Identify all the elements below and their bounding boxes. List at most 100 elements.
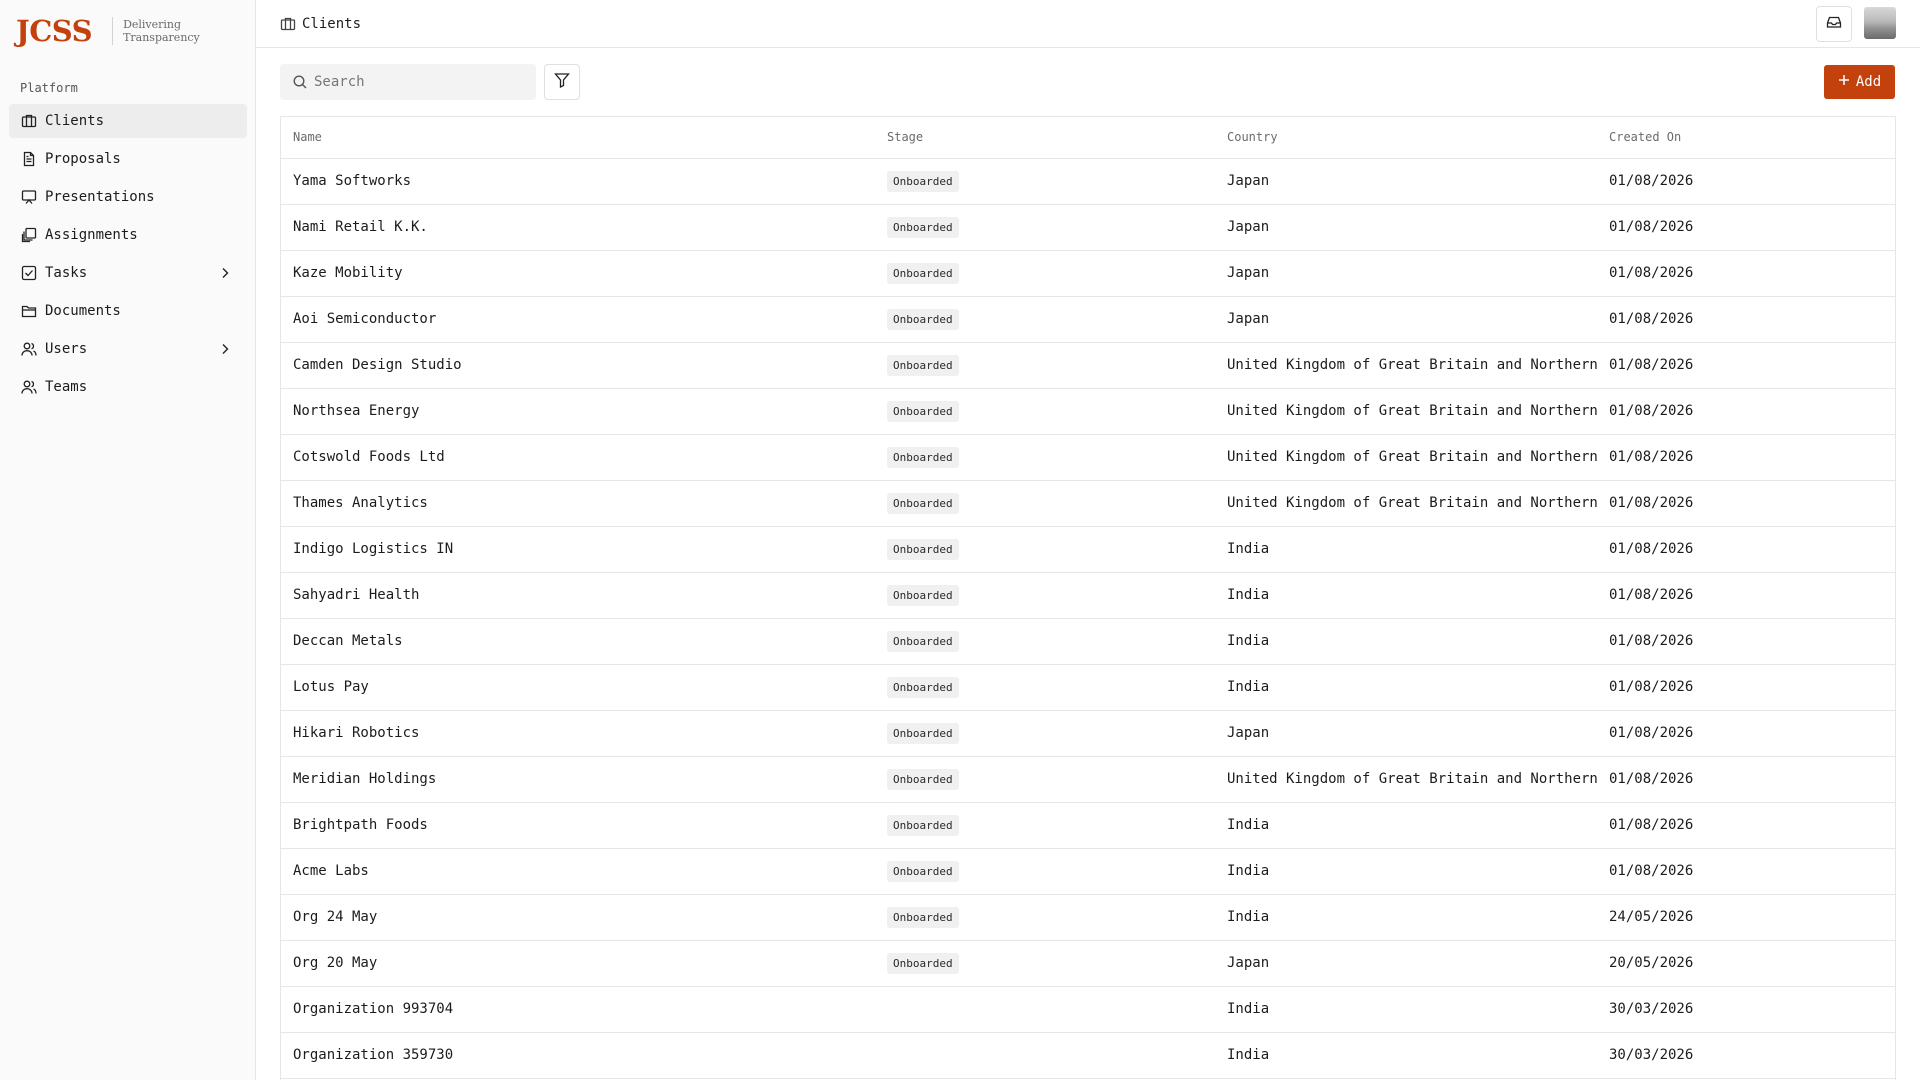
sidebar-item-users[interactable]: Users	[9, 332, 247, 366]
status-badge: Onboarded	[887, 354, 959, 376]
status-badge: Onboarded	[887, 676, 959, 698]
column-header-name[interactable]: Name	[281, 117, 875, 159]
cell-stage	[875, 986, 1215, 1033]
brand-tagline-line1: Delivering	[123, 18, 182, 31]
cell-name: Deccan Metals	[281, 618, 875, 665]
table-row[interactable]: Thames Analytics Onboarded United Kingdom …	[281, 480, 1895, 527]
inbox-button[interactable]	[1816, 6, 1852, 42]
column-header-created-on[interactable]: Created On	[1597, 117, 1895, 159]
search-input[interactable]	[314, 74, 524, 90]
search-box[interactable]	[280, 64, 536, 100]
table-row[interactable]: Cotswold Foods Ltd Onboarded United Kingdo…	[281, 434, 1895, 481]
status-badge: Onboarded	[887, 492, 959, 514]
sidebar-item-label: Users	[45, 341, 88, 357]
stack-icon	[21, 227, 37, 243]
cell-country: India	[1215, 848, 1597, 895]
cell-name: Acme Labs	[281, 848, 875, 895]
sidebar-item-clients[interactable]: Clients	[9, 104, 247, 138]
cell-country: Japan	[1215, 296, 1597, 343]
sidebar-item-documents[interactable]: Documents	[9, 294, 247, 328]
status-badge: Onboarded	[887, 400, 959, 422]
status-badge: Onboarded	[887, 722, 959, 744]
table-row[interactable]: Northsea Energy Onboarded United Kingdom o…	[281, 388, 1895, 435]
avatar[interactable]	[1864, 7, 1896, 39]
cell-country: United Kingdom of Great Britain and Nort…	[1215, 480, 1597, 527]
chevron-right-icon[interactable]	[217, 265, 233, 281]
table-row[interactable]: Aoi Semiconductor Onboarded Japan 01/08/202…	[281, 296, 1895, 343]
table-row[interactable]: Indigo Logistics IN Onboarded India 01/08/2…	[281, 526, 1895, 573]
breadcrumb-current: Clients	[302, 15, 362, 32]
cell-name: Organization 359730	[281, 1032, 875, 1079]
filter-icon	[554, 72, 570, 92]
add-button[interactable]: Add	[1824, 65, 1895, 99]
cell-stage: Onboarded	[875, 480, 1215, 527]
column-header-stage[interactable]: Stage	[875, 117, 1215, 159]
sidebar-item-teams[interactable]: Teams	[9, 370, 247, 404]
sidebar-item-label: Teams	[45, 379, 88, 395]
cell-name: Northsea Energy	[281, 388, 875, 435]
cell-stage: Onboarded	[875, 894, 1215, 941]
table-row[interactable]: Acme Labs Onboarded India 01/08/2026	[281, 848, 1895, 895]
cell-created-on: 01/08/2026	[1597, 848, 1895, 895]
sidebar-item-label: Tasks	[45, 265, 88, 281]
table-row[interactable]: Brightpath Foods Onboarded India 01/08/2026	[281, 802, 1895, 849]
table-row[interactable]: Sahyadri Health Onboarded India 01/08/2026	[281, 572, 1895, 619]
brand[interactable]: JCSS Delivering Transparency	[16, 14, 200, 48]
status-badge: Onboarded	[887, 170, 959, 192]
sidebar-item-label: Proposals	[45, 151, 121, 167]
table-row[interactable]: Meridian Holdings Onboarded United Kingdom…	[281, 756, 1895, 803]
cell-stage: Onboarded	[875, 434, 1215, 481]
table-row[interactable]: Deccan Metals Onboarded India 01/08/2026	[281, 618, 1895, 665]
cell-name: Hikari Robotics	[281, 710, 875, 757]
cell-name: Lotus Pay	[281, 664, 875, 711]
sidebar-item-tasks[interactable]: Tasks	[9, 256, 247, 290]
status-badge: Onboarded	[887, 768, 959, 790]
cell-created-on: 01/08/2026	[1597, 756, 1895, 803]
cell-stage: Onboarded	[875, 342, 1215, 389]
add-button-label: Add	[1855, 74, 1882, 90]
table-row[interactable]: Hikari Robotics Onboarded Japan 01/08/2026	[281, 710, 1895, 757]
brand-logo: JCSS	[16, 14, 93, 48]
cell-stage: Onboarded	[875, 756, 1215, 803]
table-row[interactable]: Camden Design Studio Onboarded United King…	[281, 342, 1895, 389]
table-row[interactable]: Organization 993704 India 30/03/2026	[281, 986, 1895, 1033]
cell-created-on: 01/08/2026	[1597, 618, 1895, 665]
sidebar-nav: Clients Proposals Presentations Assignme…	[9, 104, 247, 408]
sidebar-item-proposals[interactable]: Proposals	[9, 142, 247, 176]
cell-name: Org 20 May	[281, 940, 875, 987]
cell-stage: Onboarded	[875, 618, 1215, 665]
table-row[interactable]: Nami Retail K.K. Onboarded Japan 01/08/2026	[281, 204, 1895, 251]
status-badge: Onboarded	[887, 308, 959, 330]
table-row[interactable]: Org 20 May Onboarded Japan 20/05/2026	[281, 940, 1895, 987]
brand-tagline-line2: Transparency	[123, 31, 200, 44]
cell-created-on: 01/08/2026	[1597, 204, 1895, 251]
team-icon	[21, 379, 37, 395]
table-row[interactable]: Lotus Pay Onboarded India 01/08/2026	[281, 664, 1895, 711]
cell-name: Org 24 May	[281, 894, 875, 941]
search-icon	[292, 74, 308, 90]
table-row[interactable]: Kaze Mobility Onboarded Japan 01/08/2026	[281, 250, 1895, 297]
sidebar-item-assignments[interactable]: Assignments	[9, 218, 247, 252]
cell-name: Nami Retail K.K.	[281, 204, 875, 251]
filter-button[interactable]	[544, 64, 580, 100]
cell-name: Camden Design Studio	[281, 342, 875, 389]
cell-created-on: 30/03/2026	[1597, 1032, 1895, 1079]
building-icon	[280, 16, 296, 32]
table-row[interactable]: Yama Softworks Onboarded Japan 01/08/2026	[281, 158, 1895, 205]
cell-country: Japan	[1215, 158, 1597, 205]
cell-created-on: 01/08/2026	[1597, 296, 1895, 343]
column-header-country[interactable]: Country	[1215, 117, 1597, 159]
table-row[interactable]: Organization 359730 India 30/03/2026	[281, 1032, 1895, 1079]
sidebar-item-label: Documents	[45, 303, 121, 319]
chevron-right-icon[interactable]	[217, 341, 233, 357]
sidebar-section-label: Platform	[20, 81, 78, 95]
table-row[interactable]: Org 24 May Onboarded India 24/05/2026	[281, 894, 1895, 941]
sidebar-item-presentations[interactable]: Presentations	[9, 180, 247, 214]
status-badge: Onboarded	[887, 906, 959, 928]
status-badge: Onboarded	[887, 584, 959, 606]
cell-name: Brightpath Foods	[281, 802, 875, 849]
cell-name: Meridian Holdings	[281, 756, 875, 803]
cell-stage: Onboarded	[875, 158, 1215, 205]
sidebar-item-label: Clients	[45, 113, 105, 129]
cell-created-on: 01/08/2026	[1597, 342, 1895, 389]
